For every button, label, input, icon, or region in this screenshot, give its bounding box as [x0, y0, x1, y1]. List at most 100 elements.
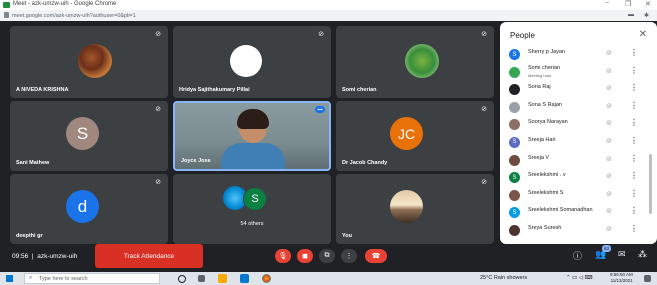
more-options-button[interactable]: ⋮ — [630, 224, 638, 233]
participant-tile[interactable]: d ⊘ deepthi gr — [10, 174, 168, 244]
mic-muted-icon: ⊘ — [606, 208, 612, 216]
clock-date: 11/13/2021 — [610, 278, 633, 283]
mic-muted-icon: ⊘ — [481, 106, 487, 113]
avatar — [78, 44, 112, 78]
windows-start-icon[interactable] — [6, 275, 13, 282]
list-item[interactable]: Sreelekshmi S ⊘ ⋮ — [500, 187, 657, 205]
close-panel-button[interactable]: ✕ — [639, 29, 647, 40]
activities-icon[interactable]: ⁂ — [638, 249, 647, 260]
more-options-button[interactable]: ⋮ — [630, 206, 638, 215]
speaking-indicator-icon: ▪▪▪ — [315, 106, 325, 113]
more-options-button[interactable]: ⋮ — [630, 83, 638, 92]
more-options-button[interactable]: ⋮ — [630, 171, 638, 180]
task-view-icon[interactable] — [198, 275, 205, 282]
list-item[interactable]: Sona S Rajan ⊘ ⋮ — [500, 99, 657, 117]
more-vert-icon: ⋮ — [345, 253, 353, 260]
mic-off-icon: 🎙 — [278, 253, 288, 260]
avatar — [509, 189, 520, 201]
self-tile[interactable]: ⊘ You — [336, 174, 494, 244]
avatar: S — [509, 207, 520, 219]
participant-tile[interactable]: ⊘ Hridya Sajithakumary Pillai — [173, 26, 331, 98]
mic-muted-icon: ⊘ — [606, 137, 612, 145]
url-text[interactable]: meet.google.com/azk-umzw-uih?authuser=0&… — [12, 13, 136, 19]
search-placeholder: Type here to search — [39, 276, 88, 282]
extensions-icon[interactable]: ✱ — [644, 12, 649, 19]
more-options-button[interactable]: ⋮ — [630, 189, 638, 198]
search-icon: ⌕ — [29, 275, 33, 281]
list-item[interactable]: S Sreeja Hari ⊘ ⋮ — [500, 134, 657, 152]
list-item[interactable]: Sona Raj ⊘ ⋮ — [500, 81, 657, 99]
minimize-button[interactable]: − — [605, 0, 609, 7]
participant-name: Sreeja Hari — [528, 136, 556, 143]
avatar: S — [509, 172, 520, 184]
participant-name: Sreeja V — [528, 154, 550, 161]
participant-tile-active-speaker[interactable]: ▪▪▪ Joyce Jose — [173, 101, 331, 171]
avatar: S — [509, 49, 520, 60]
meeting-info-icon[interactable]: ⓘ — [573, 249, 582, 262]
camera-off-button[interactable]: ◼ — [297, 249, 313, 263]
address-bar[interactable]: meet.google.com/azk-umzw-uih?authuser=0&… — [0, 10, 657, 21]
mic-muted-icon: ⊘ — [606, 102, 612, 110]
participant-name: A NIVEDA KRISHNA — [16, 87, 69, 93]
participant-tile[interactable]: S ⊘ Sani Mathew — [10, 101, 168, 171]
list-item[interactable]: Somi cherian Meeting host ⊘ ⋮ — [500, 64, 657, 82]
file-explorer-icon[interactable] — [218, 274, 227, 283]
more-options-button[interactable]: ⋮ — [630, 136, 638, 145]
close-window-button[interactable]: ✕ — [645, 0, 651, 8]
participant-tile[interactable]: ⊘ A NIVEDA KRISHNA — [10, 26, 168, 98]
more-options-button[interactable]: ⋮ — [630, 118, 638, 127]
people-scrollbar[interactable] — [649, 154, 652, 214]
participant-name: Sreya Suresh — [528, 224, 562, 231]
mic-muted-icon: ⊘ — [481, 179, 487, 186]
system-tray-icons[interactable]: ⌃ ▭ ◁ ⌨ — [566, 275, 593, 281]
list-item[interactable]: S Sreelekshmi Somanadhan ⊘ ⋮ — [500, 204, 657, 222]
participant-name: Somi cherian — [342, 87, 377, 93]
avatar: S — [243, 187, 267, 211]
participant-name: Dr Jacob Chandy — [342, 160, 388, 166]
participant-tile[interactable]: JC ⊘ Dr Jacob Chandy — [336, 101, 494, 171]
more-options-button[interactable]: ⋮ — [630, 48, 638, 57]
present-icon: ⧉ — [324, 252, 330, 259]
participant-name: Sona Raj — [528, 84, 551, 91]
list-item[interactable]: S Sherry p Jayan ⊘ ⋮ — [500, 46, 657, 64]
clock[interactable]: 9:56:50 AM 11/13/2021 — [610, 272, 633, 284]
participant-name: Sreelekshmi . v — [528, 172, 566, 179]
more-options-button[interactable]: ⋮ — [630, 101, 638, 110]
track-attendance-button[interactable]: Track Attendance — [95, 244, 203, 268]
maximize-button[interactable]: ❐ — [625, 0, 631, 8]
camera-off-icon: ◼ — [302, 253, 308, 260]
meeting-details: 09:56 | azk-umzw-uih — [12, 253, 77, 260]
leave-call-button[interactable]: ☎ — [365, 249, 387, 263]
list-item[interactable]: Sreeja V ⊘ ⋮ — [500, 152, 657, 170]
notifications-icon[interactable] — [644, 275, 651, 282]
mail-icon[interactable] — [240, 274, 249, 283]
taskbar-search[interactable]: ⌕ Type here to search — [24, 273, 160, 284]
participant-name: Sreelekshmi Somanadhan — [528, 207, 593, 214]
participant-tile[interactable]: ⊘ Somi cherian — [336, 26, 494, 98]
more-options-button[interactable]: ⋮ — [341, 249, 357, 263]
mic-muted-icon: ⊘ — [606, 85, 612, 93]
participant-name: You — [342, 233, 352, 239]
mic-muted-icon: ⊘ — [606, 50, 612, 57]
more-options-button[interactable]: ⋮ — [630, 154, 638, 163]
mic-muted-icon: ⊘ — [481, 31, 487, 38]
present-screen-button[interactable]: ⧉ — [319, 249, 335, 263]
list-item[interactable]: S Sreelekshmi . v ⊘ ⋮ — [500, 169, 657, 187]
others-tile[interactable]: S 54 others — [173, 174, 331, 244]
weather-widget[interactable]: 25°C Rain showers — [480, 275, 527, 281]
list-item[interactable]: Sreya Suresh ⊘ ⋮ — [500, 222, 657, 240]
camera-indicator-icon[interactable]: ▬ — [628, 12, 634, 18]
lock-icon — [4, 12, 9, 18]
microphone-off-button[interactable]: 🎙 — [275, 249, 291, 263]
more-options-button[interactable]: ⋮ — [630, 66, 638, 75]
meeting-code: azk-umzw-uih — [37, 253, 78, 260]
avatar — [509, 84, 520, 96]
chrome-icon[interactable] — [262, 274, 271, 283]
person-hair — [237, 109, 269, 129]
list-item[interactable]: Soorya Narayan ⊘ ⋮ — [500, 116, 657, 134]
chat-icon[interactable]: ✉ — [618, 249, 626, 260]
window-title: Meet - azk-umzw-uih - Google Chrome — [13, 1, 117, 7]
avatar: S — [509, 136, 520, 148]
cortana-icon[interactable] — [178, 275, 186, 283]
separator: | — [31, 253, 34, 260]
